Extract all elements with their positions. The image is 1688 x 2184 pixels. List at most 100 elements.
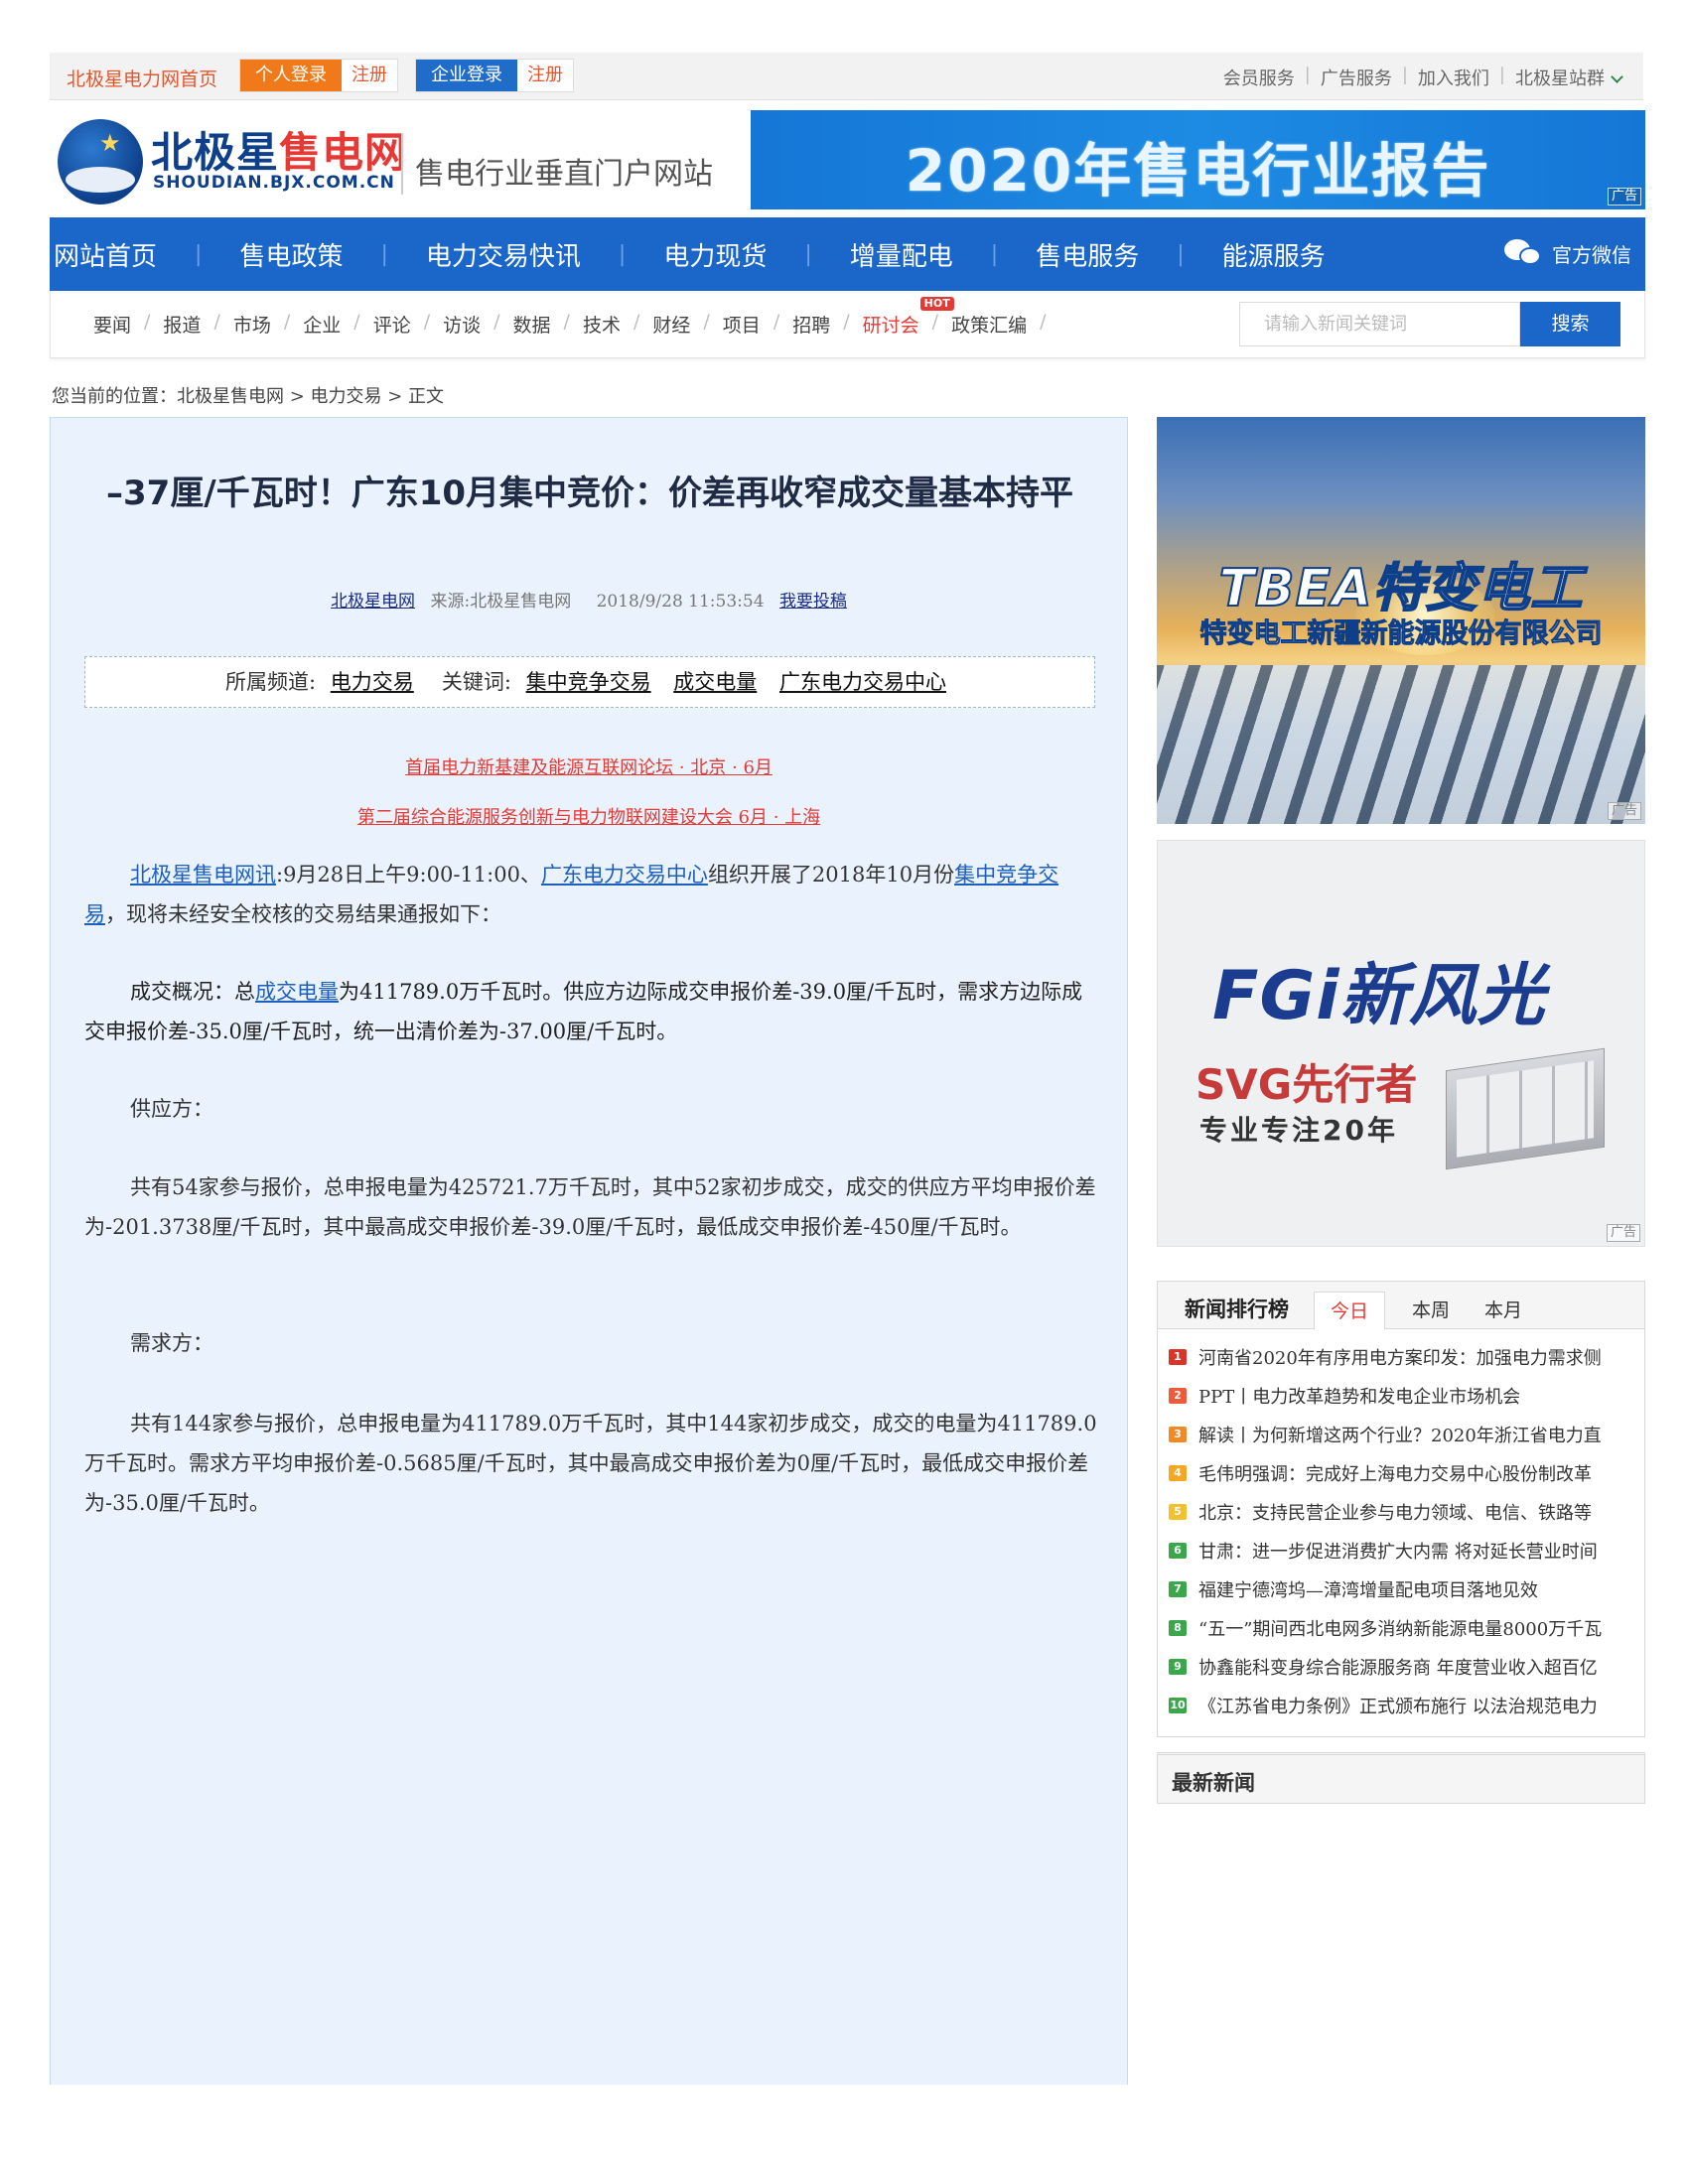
rank-number: 9 bbox=[1169, 1658, 1187, 1675]
article-title: –37厘/千瓦时！广东10月集中竞价：价差再收窄成交量基本持平 bbox=[105, 474, 1074, 513]
ad-subtitle: 特变电工新疆新能源股份有限公司 bbox=[1199, 618, 1603, 650]
official-wechat-link[interactable]: 官方微信 bbox=[1504, 237, 1631, 269]
rank-number: 3 bbox=[1169, 1426, 1187, 1442]
article-paragraph: 共有144家参与报价，总申报电量为411789.0万千瓦时，其中144家初步成交… bbox=[84, 1412, 1097, 1515]
subnav-item-policy-collection[interactable]: 政策汇编 bbox=[951, 311, 1027, 338]
ad-brand: FGi新风光 bbox=[1212, 957, 1546, 1035]
subnav-item-technology[interactable]: 技术 bbox=[583, 311, 621, 338]
site-group-label: 北极星站群 bbox=[1515, 68, 1605, 89]
ranking-item[interactable]: 4 毛伟明强调：完成好上海电力交易中心股份制改革 bbox=[1169, 1453, 1644, 1492]
rank-number: 7 bbox=[1169, 1580, 1187, 1597]
enterprise-login-group: 企业登录 注册 bbox=[415, 59, 574, 92]
subnav-item-seminar[interactable]: 研讨会 HOT bbox=[863, 297, 954, 338]
sidebar-ad-tbea[interactable]: TBEA特变电工 特变电工新疆新能源股份有限公司 广告 bbox=[1157, 417, 1645, 824]
site-group-dropdown[interactable]: 北极星站群 bbox=[1515, 65, 1623, 90]
ad-headline: SVG先行者 bbox=[1196, 1060, 1418, 1109]
news-ranking: 新闻排行榜 今日 本周 本月 1 河南省2020年有序用电方案印发：加强电力需求侧… bbox=[1157, 1281, 1645, 1737]
meta-site-link[interactable]: 北极星电网 bbox=[331, 592, 415, 612]
promo-link-forum[interactable]: 首届电力新基建及能源互联网论坛 · 北京 · 6月 bbox=[51, 753, 1127, 779]
subnav-item-finance[interactable]: 财经 bbox=[652, 311, 690, 338]
tab-today[interactable]: 今日 bbox=[1314, 1292, 1386, 1330]
logo-emblem-icon: ★ bbox=[58, 119, 143, 205]
channel-label: 所属频道: bbox=[225, 670, 317, 694]
search-input[interactable]: 请输入新闻关键词 bbox=[1239, 302, 1520, 346]
ranking-item[interactable]: 7 福建宁德湾坞—漳湾增量配电项目落地见效 bbox=[1169, 1570, 1644, 1608]
ad-tagline: 专业专注20年 bbox=[1199, 1114, 1398, 1147]
ranking-item[interactable]: 9 协鑫能科变身综合能源服务商 年度营业收入超百亿 bbox=[1169, 1647, 1644, 1686]
personal-register-link[interactable]: 注册 bbox=[342, 60, 397, 91]
logo-domain: SHOUDIAN.BJX.COM.CN bbox=[153, 173, 395, 193]
rank-number: 5 bbox=[1169, 1503, 1187, 1520]
wechat-icon bbox=[1504, 237, 1544, 269]
nav-item-home[interactable]: 网站首页 bbox=[54, 236, 157, 273]
subnav-item-reports[interactable]: 报道 bbox=[163, 311, 201, 338]
rank-number: 2 bbox=[1169, 1387, 1187, 1404]
ranking-item[interactable]: 5 北京：支持民营企业参与电力领域、电信、铁路等 bbox=[1169, 1492, 1644, 1531]
personal-login-button[interactable]: 个人登录 bbox=[240, 60, 342, 91]
ranking-title: 新闻排行榜 bbox=[1185, 1297, 1289, 1321]
subnav-item-headlines[interactable]: 要闻 bbox=[93, 311, 131, 338]
tab-month[interactable]: 本月 bbox=[1469, 1292, 1538, 1330]
ranking-item[interactable]: 3 解读丨为何新增这两个行业？2020年浙江省电力直 bbox=[1169, 1415, 1644, 1453]
subnav-item-jobs[interactable]: 招聘 bbox=[792, 311, 830, 338]
divider: | bbox=[1401, 65, 1408, 85]
article-panel: –37厘/千瓦时！广东10月集中竞价：价差再收窄成交量基本持平 北极星电网 来源… bbox=[50, 417, 1128, 2085]
top-links: 会员服务 | 广告服务 | 加入我们 | 北极星站群 bbox=[1223, 65, 1623, 90]
volume-link[interactable]: 成交电量 bbox=[255, 980, 339, 1004]
nav-item-incremental-distribution[interactable]: 增量配电 bbox=[850, 236, 953, 273]
keywords-label: 关键词: bbox=[441, 670, 511, 694]
hot-badge: HOT bbox=[919, 297, 954, 311]
nav-item-trading-news[interactable]: 电力交易快讯 bbox=[426, 236, 581, 273]
personal-login-group: 个人登录 注册 bbox=[239, 59, 398, 92]
header-banner-ad[interactable]: 2020年售电行业报告 广告 bbox=[751, 110, 1645, 209]
article-paragraph: 共有54家参与报价，总申报电量为425721.7万千瓦时，其中52家初步成交，成… bbox=[84, 1175, 1096, 1239]
subnav-item-interviews[interactable]: 访谈 bbox=[443, 311, 481, 338]
article-paragraph: 成交概况：总成交电量为411789.0万千瓦时。供应方边际成交申报价差-39.0… bbox=[84, 980, 1083, 1043]
rank-number: 1 bbox=[1169, 1348, 1187, 1365]
meta-time: 2018/9/28 11:53:54 bbox=[596, 592, 765, 612]
portal-home-link[interactable]: 北极星电力网首页 bbox=[67, 65, 217, 91]
tab-week[interactable]: 本周 bbox=[1396, 1292, 1466, 1330]
keyword-link[interactable]: 集中竞争交易 bbox=[526, 670, 651, 694]
latest-news-title: 最新新闻 bbox=[1172, 1770, 1255, 1795]
subnav-item-enterprise[interactable]: 企业 bbox=[303, 311, 341, 338]
ad-service-link[interactable]: 广告服务 bbox=[1321, 65, 1392, 90]
main-nav: 网站首页 | 售电政策 | 电力交易快讯 | 电力现货 | 增量配电 | 售电服务 | 能源… bbox=[50, 217, 1645, 291]
site-slogan: 售电行业垂直门户网站 bbox=[415, 157, 713, 192]
ad-label: 广告 bbox=[1607, 802, 1641, 820]
subnav-item-comments[interactable]: 评论 bbox=[373, 311, 411, 338]
nav-item-energy-service[interactable]: 能源服务 bbox=[1222, 236, 1326, 273]
article-tags: 所属频道: 电力交易 关键词: 集中竞争交易 成交电量 广东电力交易中心 bbox=[84, 656, 1095, 708]
chevron-down-icon bbox=[1611, 70, 1623, 83]
rank-number: 10 bbox=[1169, 1697, 1187, 1713]
ranking-item[interactable]: 1 河南省2020年有序用电方案印发：加强电力需求侧 bbox=[1169, 1337, 1644, 1376]
subnav-item-market[interactable]: 市场 bbox=[233, 311, 271, 338]
channel-link[interactable]: 电力交易 bbox=[331, 670, 414, 694]
search-button[interactable]: 搜索 bbox=[1520, 302, 1620, 346]
sidebar-ad-fgi[interactable]: FGi新风光 SVG先行者 专业专注20年 广告 bbox=[1157, 840, 1645, 1247]
source-link[interactable]: 北极星售电网讯 bbox=[130, 863, 276, 887]
promo-link-conference[interactable]: 第二届综合能源服务创新与电力物联网建设大会 6月 · 上海 bbox=[51, 803, 1127, 829]
ranking-item[interactable]: 2 PPT丨电力改革趋势和发电企业市场机会 bbox=[1169, 1376, 1644, 1415]
keyword-link[interactable]: 成交电量 bbox=[673, 670, 757, 694]
ranking-item[interactable]: 8 “五一”期间西北电网多消纳新能源电量8000万千瓦 bbox=[1169, 1608, 1644, 1647]
join-us-link[interactable]: 加入我们 bbox=[1418, 65, 1489, 90]
rank-number: 8 bbox=[1169, 1619, 1187, 1636]
logo-wordmark: 北极星售电网 bbox=[151, 128, 408, 177]
trading-center-link[interactable]: 广东电力交易中心 bbox=[541, 863, 708, 887]
ranking-item[interactable]: 10 《江苏省电力条例》正式颁布施行 以法治规范电力 bbox=[1169, 1686, 1644, 1724]
site-logo[interactable]: ★ 北极星售电网 SHOUDIAN.BJX.COM.CN 售电行业垂直门户网站 bbox=[58, 115, 713, 209]
banner-title: 2020年售电行业报告 bbox=[905, 137, 1491, 205]
enterprise-register-link[interactable]: 注册 bbox=[517, 60, 573, 91]
member-service-link[interactable]: 会员服务 bbox=[1223, 65, 1295, 90]
ranking-item[interactable]: 6 甘肃：进一步促进消费扩大内需 将对延长营业时间 bbox=[1169, 1531, 1644, 1570]
subnav-item-projects[interactable]: 项目 bbox=[723, 311, 761, 338]
subnav-item-data[interactable]: 数据 bbox=[513, 311, 551, 338]
submit-article-link[interactable]: 我要投稿 bbox=[779, 592, 847, 612]
wechat-label: 官方微信 bbox=[1552, 242, 1631, 267]
nav-item-sales-service[interactable]: 售电服务 bbox=[1036, 236, 1139, 273]
keyword-link[interactable]: 广东电力交易中心 bbox=[779, 670, 946, 694]
nav-item-policy[interactable]: 售电政策 bbox=[239, 236, 343, 273]
nav-item-spot-market[interactable]: 电力现货 bbox=[663, 236, 767, 273]
enterprise-login-button[interactable]: 企业登录 bbox=[416, 60, 517, 91]
